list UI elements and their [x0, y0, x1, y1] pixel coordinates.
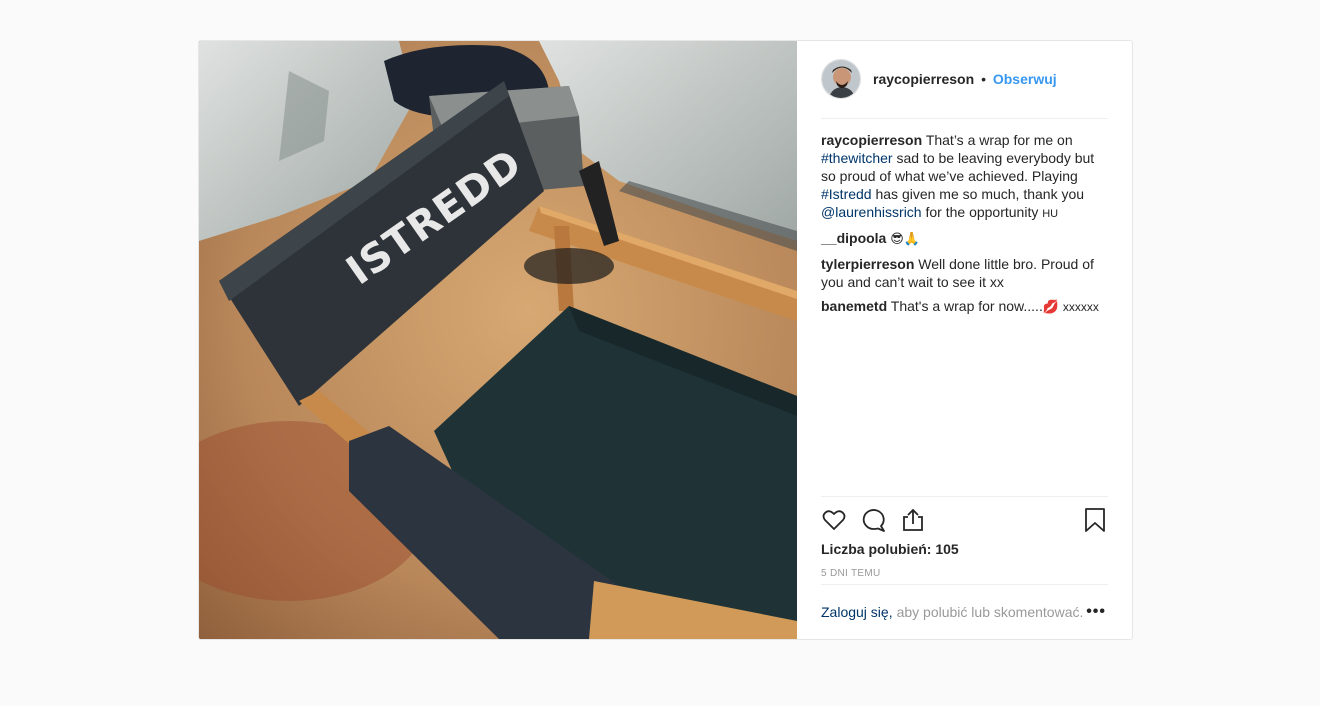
login-link[interactable]: Zaloguj się, [821, 604, 893, 620]
header-separator: • [981, 71, 986, 87]
caption-text: has given me so much, thank you [875, 186, 1085, 202]
caption-username[interactable]: raycopierreson [821, 132, 922, 148]
comment-username[interactable]: banemetd [821, 298, 887, 314]
caption: raycopierreson That’s a wrap for me on #… [821, 131, 1110, 223]
header-username[interactable]: raycopierreson [873, 71, 974, 87]
post-card: ISTREDD raycopierreson • Obserwuj raycop… [198, 40, 1133, 640]
photo-illustration: ISTREDD [199, 41, 797, 639]
mention-link[interactable]: @laurenhissrich [821, 204, 922, 220]
share-icon[interactable] [900, 507, 926, 533]
comment-list: raycopierreson That’s a wrap for me on #… [821, 131, 1110, 323]
post-timestamp[interactable]: 5 DNI TEMU [821, 568, 881, 579]
list-item: __dipoola 😎🙏 [821, 229, 1110, 249]
heart-icon[interactable] [821, 507, 847, 533]
caption-text: for the opportunity [925, 204, 1039, 220]
caption-text: HU [1042, 208, 1059, 220]
login-prompt-text: aby polubić lub skomentować. [896, 604, 1084, 620]
hashtag-link[interactable]: #thewitcher [821, 150, 893, 166]
hashtag-link[interactable]: #Istredd [821, 186, 872, 202]
post-photo[interactable]: ISTREDD [199, 41, 797, 639]
header-text: raycopierreson • Obserwuj [873, 71, 1057, 87]
comment-username[interactable]: __dipoola [821, 230, 886, 246]
list-item: tylerpierreson Well done little bro. Pro… [821, 255, 1110, 291]
post-side-panel: raycopierreson • Obserwuj raycopierreson… [797, 41, 1132, 639]
caption-text: That’s a wrap for me on [925, 132, 1073, 148]
follow-button[interactable]: Obserwuj [993, 71, 1057, 87]
avatar[interactable] [821, 59, 861, 99]
likes-count[interactable]: Liczba polubień: 105 [821, 541, 959, 557]
login-prompt: Zaloguj się, aby polubić lub skomentować… [821, 584, 1108, 639]
post-header: raycopierreson • Obserwuj [821, 59, 1108, 119]
more-options-button[interactable]: ••• [1086, 603, 1106, 621]
comment-text: That's a wrap for now..... [890, 298, 1043, 314]
post-actions: Liczba polubień: 105 5 DNI TEMU [821, 496, 1108, 584]
comment-username[interactable]: tylerpierreson [821, 256, 914, 272]
action-icons [821, 507, 1108, 533]
comment-text: 😎🙏 [890, 232, 920, 247]
avatar-image [822, 60, 860, 98]
comment-icon[interactable] [861, 507, 887, 533]
bookmark-icon[interactable] [1082, 507, 1108, 533]
comment-emoji: 💋 [1042, 300, 1060, 315]
comment-text: xxxxxx [1062, 300, 1099, 314]
list-item: banemetd That's a wrap for now.....💋 xxx… [821, 297, 1110, 317]
